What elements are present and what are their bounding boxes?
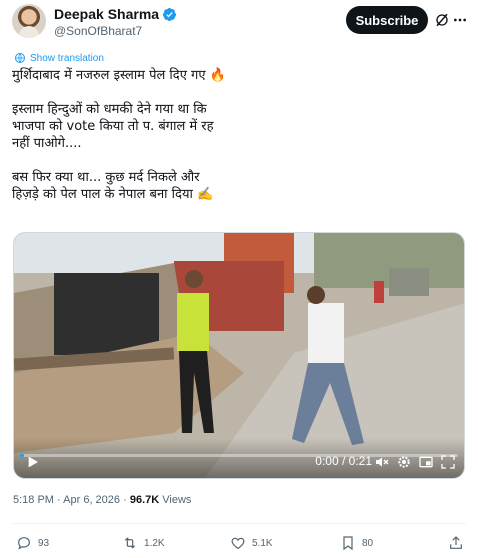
like-count: 5.1K [252,537,273,549]
video-time: 0:00 / 0:21 [315,454,372,468]
tweet-header: Deepak Sharma @SonOfBharat7 Subscribe [12,2,468,42]
post-date[interactable]: Apr 6, 2026 [63,494,120,506]
like-button[interactable]: 5.1K [230,535,273,551]
repost-icon [124,537,136,549]
show-translation-label[interactable]: Show translation [30,53,104,64]
subscribe-button[interactable]: Subscribe [346,6,428,34]
share-icon [450,536,462,549]
video-progress-bar[interactable] [20,454,458,457]
reply-icon [18,537,30,550]
tweet-text: मुर्शिदाबाद में नजरुल इस्लाम पेल दिए गए … [12,67,452,203]
grok-icon[interactable] [434,12,450,28]
tweet-line: हिज़ड़े को पेल पाल के नेपाल बना दिया ✍️ [12,187,214,202]
tweet-line: इस्लाम हिन्दुओं को धमकी देने गया था कि [12,102,207,117]
bookmark-count: 80 [362,537,374,549]
divider [12,523,466,524]
post-time[interactable]: 5:18 PM [13,494,54,506]
video-controls: 0:00 / 0:21 [14,438,464,478]
share-button[interactable] [448,535,464,551]
avatar[interactable] [12,4,46,38]
repost-button[interactable]: 1.2K [122,535,165,551]
video-player[interactable]: 0:00 / 0:21 [13,232,465,479]
author-handle[interactable]: @SonOfBharat7 [54,24,142,38]
meta-separator: · [123,494,127,506]
reply-button[interactable]: 93 [16,535,49,551]
tweet-line: बस फिर क्या था... कुछ मर्द निकले और [12,170,200,185]
action-bar: 93 1.2K 5.1K 80 [16,535,466,553]
author-name-row: Deepak Sharma [54,6,177,22]
tweet-line: मुर्शिदाबाद में नजरुल इस्लाम पेल दिए गए … [12,68,226,83]
translate-icon [15,53,25,63]
picture-in-picture-icon[interactable] [418,454,434,470]
tweet-line: भाजपा को vote किया तो प. बंगाल में रह [12,119,214,134]
play-icon[interactable] [24,454,40,470]
bookmark-button[interactable]: 80 [340,535,373,551]
more-options-icon[interactable] [452,12,468,28]
views-label: Views [162,494,192,506]
fullscreen-icon[interactable] [440,454,456,470]
author-name[interactable]: Deepak Sharma [54,6,159,22]
heart-icon [231,537,245,550]
views-count: 96.7K [129,494,160,506]
meta-separator: · [57,494,61,506]
volume-icon[interactable] [374,454,390,470]
show-translation-link[interactable]: Show translation [14,52,104,64]
settings-gear-icon[interactable] [396,454,412,470]
repost-count: 1.2K [144,537,165,549]
tweet-line: नहीं पाओगे.... [12,136,82,151]
reply-count: 93 [38,537,50,549]
verified-badge-icon [162,7,177,21]
tweet-meta: 5:18 PM · Apr 6, 2026 · 96.7K Views [13,494,191,506]
bookmark-icon [343,536,353,551]
